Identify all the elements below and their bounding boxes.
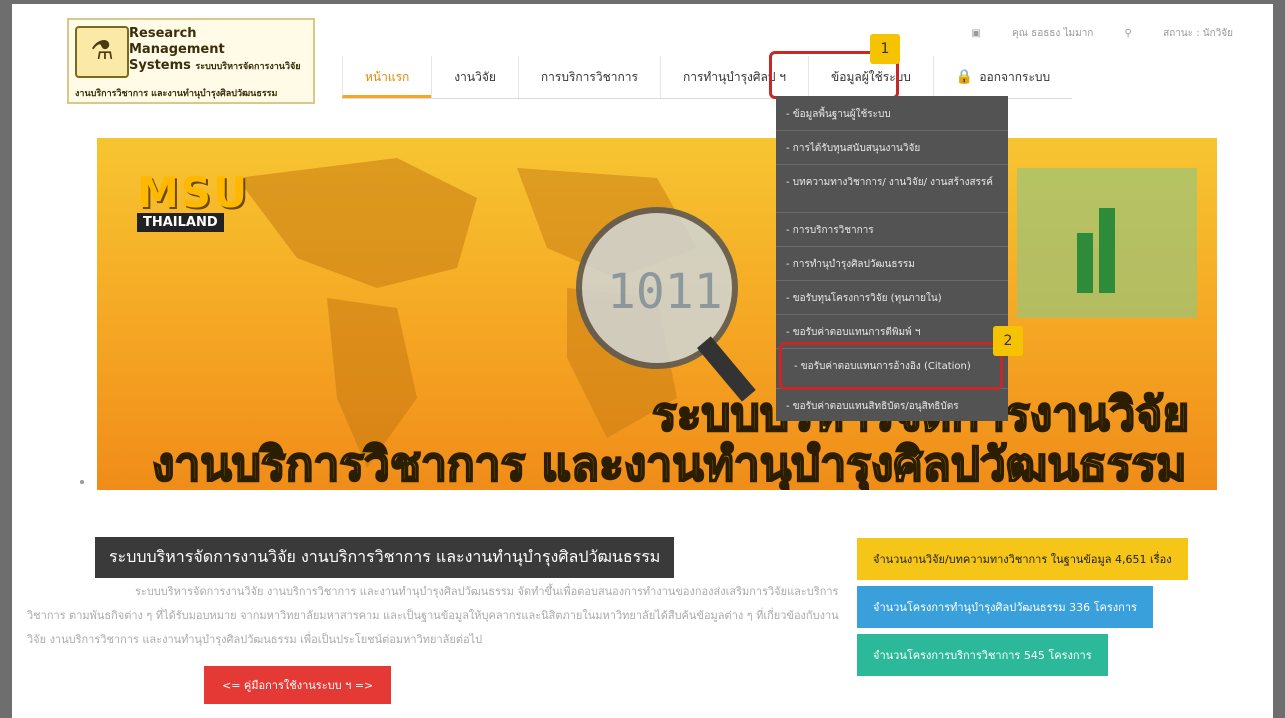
step-badge-1: 1 xyxy=(870,34,900,64)
logo-line-management: Management xyxy=(129,42,225,57)
logout-label: ออกจากระบบ xyxy=(979,70,1051,84)
stat-service-projects[interactable]: จำนวนโครงการบริการวิชาการ 545 โครงการ xyxy=(857,634,1108,676)
dd-separator xyxy=(776,246,1008,247)
site-logo[interactable]: ⚗ Research Management Systems ระบบบริหาร… xyxy=(67,18,315,104)
dd-item-user-basic-info[interactable]: - ข้อมูลพื้นฐานผู้ใช้ระบบ xyxy=(776,108,1008,121)
dd-separator xyxy=(776,280,1008,281)
page-title: ระบบบริหารจัดการงานวิจัย งานบริการวิชากา… xyxy=(95,537,675,578)
nav-academic-service[interactable]: การบริการวิชาการ xyxy=(517,56,660,98)
logo-subtitle: งานบริการวิชาการ และงานทำนุบำรุงศิลปวัฒน… xyxy=(75,89,278,99)
logo-line-research: Research xyxy=(129,26,197,41)
microscope-icon: ⚗ xyxy=(75,26,129,78)
dd-separator xyxy=(776,164,1008,165)
user-manual-button[interactable]: <= คู่มือการใช้งานระบบ ฯ => xyxy=(204,666,392,704)
msu-brand: MSU xyxy=(137,168,250,217)
nav-research[interactable]: งานวิจัย xyxy=(431,56,518,98)
dd-separator xyxy=(776,314,1008,315)
stat-culture-projects[interactable]: จำนวนโครงการทำนุบำรุงศิลปวัฒนธรรม 336 โค… xyxy=(857,586,1153,628)
dd-item-patent-reward[interactable]: - ขอรับค่าตอบแทนสิทธิบัตร/อนุสิทธิบัตร xyxy=(776,400,1008,413)
dd-item-publication-reward[interactable]: - ขอรับค่าตอบแทนการตีพิมพ์ ฯ xyxy=(776,326,1008,339)
carousel-dot[interactable] xyxy=(80,480,84,484)
dd-separator xyxy=(776,130,1008,131)
page: ⚗ Research Management Systems ระบบบริหาร… xyxy=(12,4,1273,718)
nav-home[interactable]: หน้าแรก xyxy=(342,56,432,98)
logo-line-systems: Systems ระบบบริหารจัดการงานวิจัย xyxy=(129,58,301,73)
dd-item-research-funding[interactable]: - การได้รับทุนสนับสนุนงานวิจัย xyxy=(776,142,1008,155)
user-status: ⚲ สถานะ : นักวิจัย xyxy=(1124,28,1233,39)
step-badge-2: 2 xyxy=(993,326,1023,356)
hero-banner: 1011 MSU THAILAND ระบบบริหารจัดการงานวิจ… xyxy=(97,138,1217,490)
dd-item-academic-service[interactable]: - การบริการวิชาการ xyxy=(776,224,1008,237)
dd-separator xyxy=(776,212,1008,213)
thailand-label: THAILAND xyxy=(137,213,224,232)
main-nav: หน้าแรก งานวิจัย การบริการวิชาการ การทำน… xyxy=(342,56,1073,99)
nav-logout[interactable]: 🔒 ออกจากระบบ xyxy=(932,56,1072,98)
lock-icon: 🔒 xyxy=(955,69,974,85)
svg-text:1011: 1011 xyxy=(607,264,723,320)
user-name[interactable]: ▣ คุณ ธอธธง ไมมาก xyxy=(971,28,1093,39)
stat-research-count[interactable]: จำนวนงานวิจัย/บทความทางวิชาการ ในฐานข้อม… xyxy=(857,538,1188,580)
dd-item-academic-articles[interactable]: - บทความทางวิชาการ/ งานวิจัย/ งานสร้างสร… xyxy=(776,176,1008,189)
highlight-box-citation xyxy=(779,342,1003,390)
dd-item-culture[interactable]: - การทำนุบำรุงศิลปวัฒนธรรม xyxy=(776,258,1008,271)
dd-item-internal-grant[interactable]: - ขอรับทุนโครงการวิจัย (ทุนภายใน) xyxy=(776,292,1008,305)
system-description: ระบบบริหารจัดการงานวิจัย งานบริการวิชากา… xyxy=(27,585,839,646)
logo-systems-thai: ระบบบริหารจัดการงานวิจัย xyxy=(195,62,301,72)
banner-title-line2: งานบริการวิชาการ และงานทำนุบำรุงศิลปวัฒน… xyxy=(151,436,1188,490)
top-user-bar: ▣ คุณ ธอธธง ไมมาก ⚲ สถานะ : นักวิจัย xyxy=(943,26,1233,41)
